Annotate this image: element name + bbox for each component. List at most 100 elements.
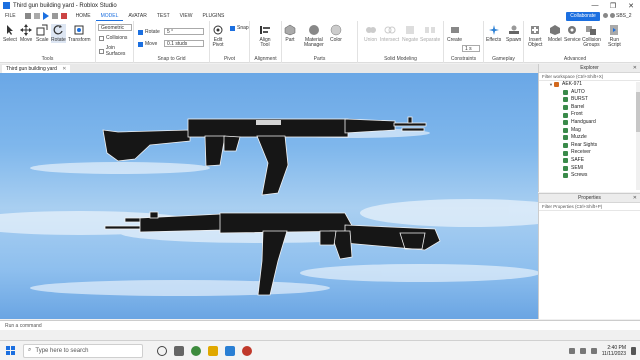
rotate-tool-button[interactable]: Rotate bbox=[51, 24, 66, 43]
part-icon bbox=[563, 127, 568, 133]
gameplay-group: Effects Spawn Gameplay bbox=[484, 21, 524, 63]
part-icon bbox=[563, 120, 568, 126]
roblox-studio-taskbar-icon[interactable] bbox=[225, 345, 235, 356]
advanced-group: Insert Object Model Service Collision Gr… bbox=[524, 21, 626, 63]
part-icon bbox=[563, 150, 568, 156]
tree-item[interactable]: Screws bbox=[539, 172, 640, 180]
separate-button[interactable]: Separate bbox=[420, 24, 440, 43]
close-button[interactable]: ✕ bbox=[622, 2, 640, 10]
username[interactable]: SBS_2 bbox=[616, 11, 632, 21]
command-bar-input[interactable]: Run a command bbox=[0, 320, 640, 330]
media-player-icon[interactable] bbox=[242, 345, 252, 356]
taskbar-clock[interactable]: 2:40 PM 11/11/2023 bbox=[602, 345, 626, 357]
menu-file[interactable]: FILE bbox=[0, 11, 21, 21]
document-tab[interactable]: Third gun building yard ✕ bbox=[2, 65, 71, 73]
document-tab-bar: Third gun building yard ✕ bbox=[0, 64, 538, 73]
tree-item[interactable]: AUTO bbox=[539, 89, 640, 97]
menu-bar: FILE HOME MODEL AVATAR TEST VIEW PLUGINS… bbox=[0, 11, 640, 21]
close-explorer-icon[interactable]: ✕ bbox=[633, 64, 637, 73]
model-button[interactable]: Model bbox=[548, 24, 562, 43]
pause-icon[interactable] bbox=[51, 13, 58, 19]
stop-icon[interactable] bbox=[60, 13, 67, 19]
menu-test[interactable]: TEST bbox=[152, 11, 175, 21]
edit-pivot-button[interactable]: Edit Pivot bbox=[212, 24, 224, 48]
tree-item[interactable]: Muzzle bbox=[539, 134, 640, 142]
intersect-icon bbox=[384, 26, 396, 34]
transform-tool-button[interactable]: Transform bbox=[68, 24, 91, 43]
part-icon bbox=[563, 97, 568, 103]
notifications-icon[interactable] bbox=[631, 346, 636, 355]
tree-item[interactable]: Handguard bbox=[539, 119, 640, 127]
ribbon-toolbar: Select Move Scale Rotate Transform Tools… bbox=[0, 21, 640, 63]
menu-avatar[interactable]: AVATAR bbox=[123, 11, 152, 21]
tree-item[interactable]: Receiver bbox=[539, 149, 640, 157]
align-tool-button[interactable]: Align Tool bbox=[259, 24, 271, 48]
gameplay-group-label: Gameplay bbox=[492, 56, 515, 62]
create-constraint-button[interactable]: Create bbox=[447, 24, 462, 43]
scrollbar-thumb[interactable] bbox=[636, 92, 640, 132]
explorer-scrollbar[interactable] bbox=[636, 82, 640, 190]
chevron-up-icon[interactable] bbox=[568, 347, 575, 354]
close-properties-icon[interactable]: ✕ bbox=[633, 194, 637, 203]
taskbar-search-box[interactable]: ⌕ Type here to search bbox=[23, 343, 143, 358]
tree-item[interactable]: BURST bbox=[539, 96, 640, 104]
help-icon[interactable] bbox=[610, 13, 615, 18]
file-explorer-icon[interactable] bbox=[208, 345, 218, 356]
explorer-filter-input[interactable]: Filter workspace (Ctrl+Shift+X) bbox=[539, 73, 640, 81]
close-tab-icon[interactable]: ✕ bbox=[62, 66, 66, 72]
move-tool-button[interactable]: Move bbox=[20, 24, 32, 43]
effects-button[interactable]: Effects bbox=[486, 24, 501, 43]
collision-groups-button[interactable]: Collision Groups bbox=[582, 24, 601, 48]
chrome-icon[interactable] bbox=[191, 345, 201, 356]
share-icon[interactable] bbox=[603, 13, 608, 18]
menu-model[interactable]: MODEL bbox=[95, 11, 124, 21]
menu-view[interactable]: VIEW bbox=[175, 11, 198, 21]
tree-item[interactable]: Mag bbox=[539, 127, 640, 135]
snap-move-input[interactable]: 0.1 studs bbox=[164, 40, 204, 47]
undo-icon[interactable] bbox=[24, 13, 31, 19]
tree-item[interactable]: SEMI bbox=[539, 165, 640, 173]
tree-item[interactable]: Barrel bbox=[539, 104, 640, 112]
menu-plugins[interactable]: PLUGINS bbox=[197, 11, 229, 21]
snap-checkbox[interactable]: Snap bbox=[230, 25, 249, 31]
properties-filter-input[interactable]: Filter Properties (Ctrl+Shift+P) bbox=[539, 203, 640, 211]
snap-rotate-checkbox[interactable]: Rotate bbox=[138, 29, 160, 35]
negate-button[interactable]: Negate bbox=[402, 24, 418, 43]
collisions-checkbox[interactable]: Collisions bbox=[99, 35, 127, 41]
menu-home[interactable]: HOME bbox=[71, 11, 96, 21]
windows-start-icon[interactable] bbox=[6, 346, 15, 355]
redo-icon[interactable] bbox=[33, 13, 40, 19]
tools-group: Select Move Scale Rotate Transform Tools bbox=[0, 21, 96, 63]
tree-item-root[interactable]: ▼ AEK-971 bbox=[539, 81, 640, 89]
network-icon[interactable] bbox=[579, 347, 586, 354]
3d-viewport[interactable] bbox=[0, 73, 538, 319]
rifle-model-top[interactable] bbox=[102, 116, 427, 196]
maximize-button[interactable]: ❐ bbox=[604, 2, 622, 10]
material-manager-button[interactable]: Material Manager bbox=[304, 24, 324, 48]
tree-item[interactable]: Rear Sights bbox=[539, 142, 640, 150]
collaborate-button[interactable]: Collaborate bbox=[566, 12, 600, 21]
tree-item[interactable]: Front bbox=[539, 111, 640, 119]
part-button[interactable]: Part bbox=[284, 24, 296, 43]
cortana-icon[interactable] bbox=[157, 345, 167, 356]
intersect-button[interactable]: Intersect bbox=[380, 24, 399, 43]
volume-icon[interactable] bbox=[590, 347, 597, 354]
run-script-button[interactable]: Run Script bbox=[608, 24, 621, 48]
snap-move-checkbox[interactable]: Move bbox=[138, 41, 157, 47]
union-button[interactable]: Union bbox=[364, 24, 377, 43]
scale-tool-button[interactable]: Scale bbox=[36, 24, 49, 43]
tree-item[interactable]: SAFE bbox=[539, 157, 640, 165]
play-icon[interactable] bbox=[42, 12, 49, 20]
color-button[interactable]: Color bbox=[330, 24, 342, 43]
select-tool-button[interactable]: Select bbox=[3, 24, 17, 43]
snap-rotate-input[interactable]: 5 ° bbox=[164, 28, 204, 35]
geometric-dropdown[interactable]: Geometric bbox=[98, 24, 132, 31]
explorer-tree: ▼ AEK-971 AUTO BURST Barrel Front Handgu… bbox=[539, 81, 640, 180]
spawn-button[interactable]: Spawn bbox=[506, 24, 521, 43]
join-surfaces-checkbox[interactable]: Join Surfaces bbox=[99, 45, 133, 57]
service-button[interactable]: Service bbox=[564, 24, 581, 43]
minimize-button[interactable]: — bbox=[586, 2, 604, 10]
insert-object-button[interactable]: Insert Object bbox=[528, 24, 542, 48]
task-view-icon[interactable] bbox=[174, 345, 184, 356]
constraint-scale-dropdown[interactable]: 1 s bbox=[462, 45, 480, 52]
